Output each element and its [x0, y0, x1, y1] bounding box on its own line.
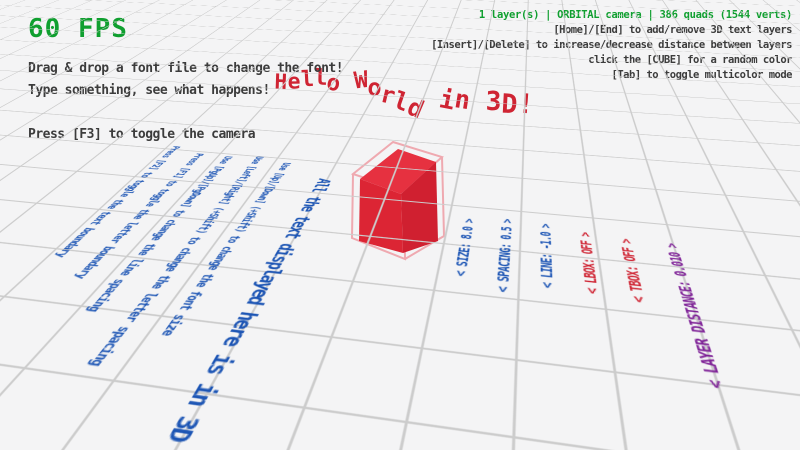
ground-3d-text-line: < TBOX: OFF > [618, 238, 650, 303]
hud-right: 1 layer(s) | ORBITAL camera | 386 quads … [431, 8, 792, 83]
status-line: 1 layer(s) | ORBITAL camera | 386 quads … [431, 8, 792, 23]
hello-letter [468, 87, 487, 119]
hello-letter: 3 [485, 87, 501, 117]
hud-hint-line: Press [F3] to toggle the camera [28, 124, 343, 146]
ground-3d-text-line: < SPACING: 0.5 > [494, 219, 516, 294]
ground-3d-text-line: < LAYER DISTANCE: 0.010 > [663, 243, 729, 390]
ground-3d-text-line: < LBOX: OFF > [577, 232, 602, 295]
hud-hint-line: Drag & drop a font file to change the fo… [28, 58, 343, 80]
hud-hint-line: [Home]/[End] to add/remove 3D text layer… [431, 23, 792, 38]
hello-letter: D [500, 89, 518, 121]
fps-counter: 60 FPS [28, 14, 343, 44]
hud-hint-line: Type something, see what happens! [28, 80, 343, 102]
hud-hint-line: [Insert]/[Delete] to increase/decrease d… [431, 38, 792, 53]
hud-hint-line: click the [CUBE] for a random color [431, 53, 792, 68]
hud-left-hints: Drag & drop a font file to change the fo… [28, 58, 343, 146]
hud-right-hints: [Home]/[End] to add/remove 3D text layer… [431, 23, 792, 83]
hud-hint-line: [Tab] to toggle multicolor mode [431, 68, 792, 83]
ground-3d-text-line: < LINE: -1.0 > [538, 223, 557, 289]
hello-letter: ! [516, 88, 534, 120]
hud-left: 60 FPS Drag & drop a font file to change… [28, 14, 343, 146]
ground-3d-text-line: < SIZE: 8.0 > [452, 218, 478, 277]
app-window: All the text displayed here is in 3DUse … [0, 0, 800, 450]
